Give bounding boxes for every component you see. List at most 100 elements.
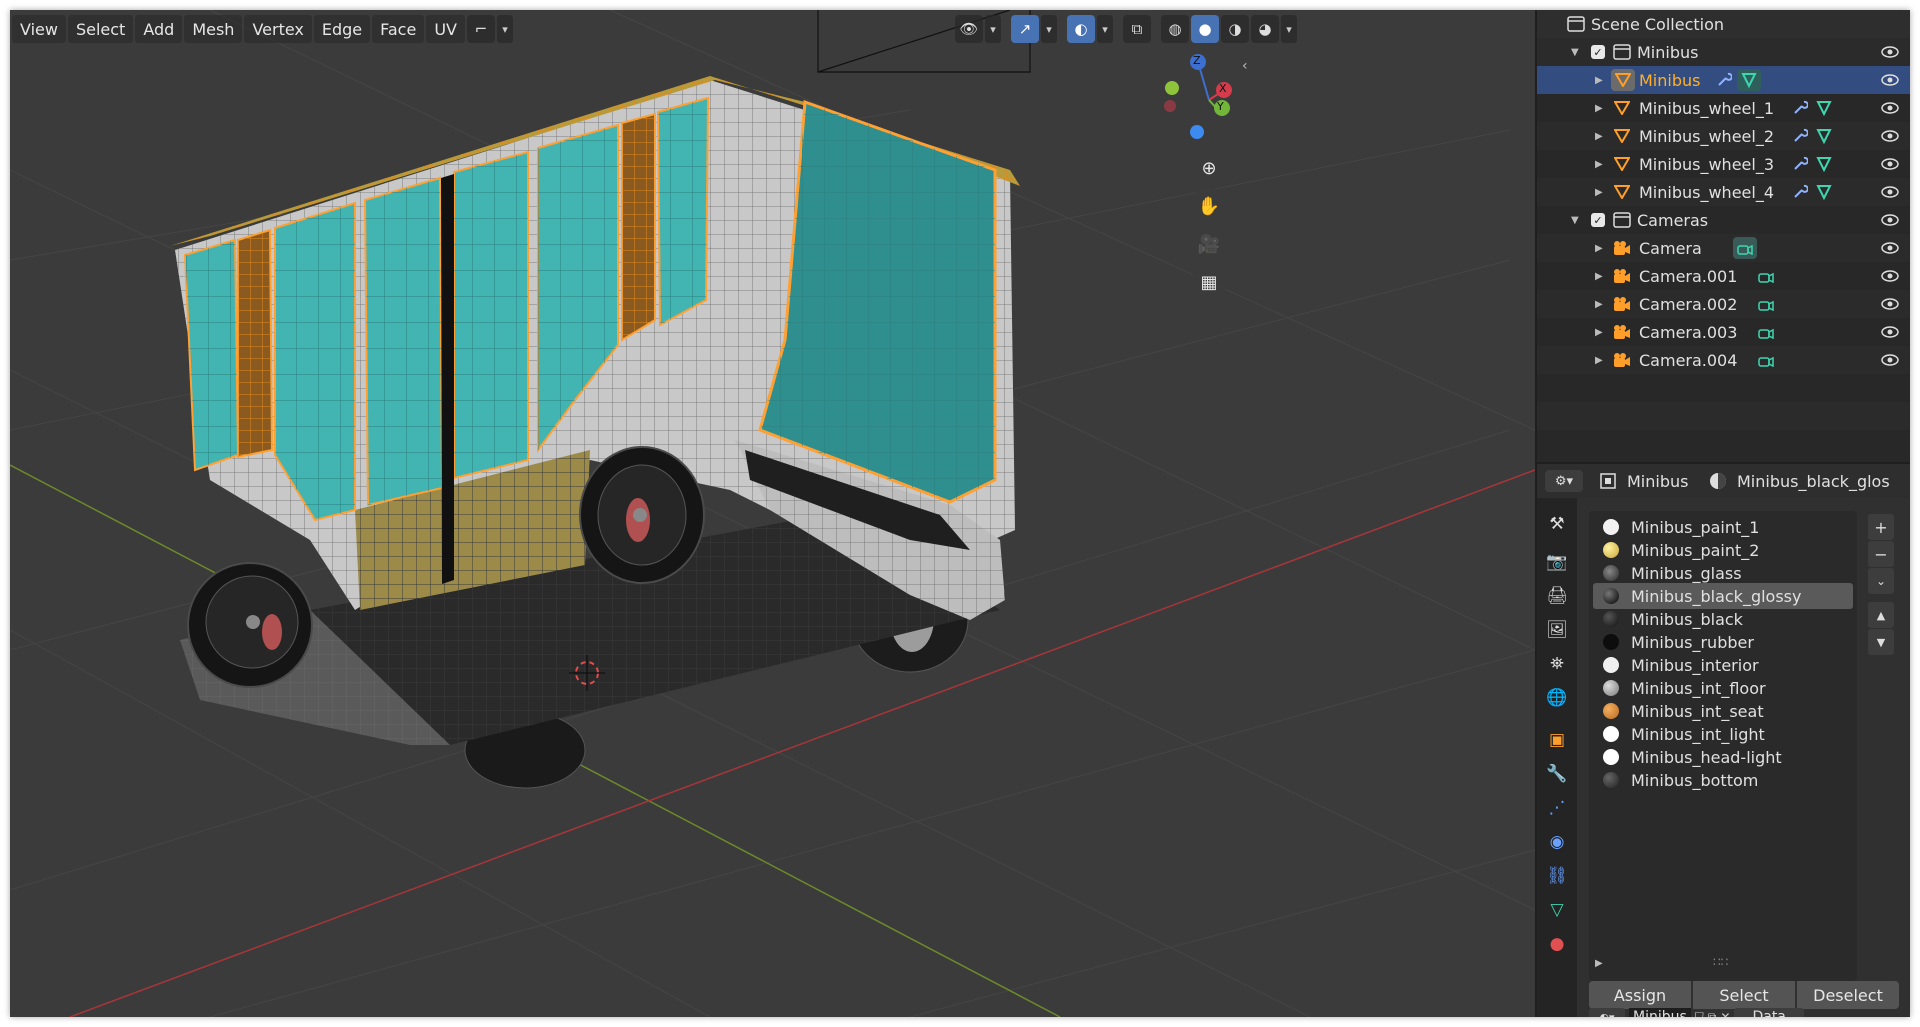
disclosure-closed-icon[interactable]: ▶ [1595,187,1603,198]
disclosure-closed-icon[interactable]: ▶ [1595,75,1603,86]
outliner-row-camera-004[interactable]: ▶ Camera.004 [1537,346,1910,374]
mesh-data-icon[interactable] [1815,183,1833,201]
list-expand-icon[interactable]: ▶ [1595,958,1603,969]
outliner-row-minibus-object[interactable]: ▶ Minibus [1537,66,1910,94]
output-tab-icon[interactable]: 🖨 [1541,580,1573,612]
outliner-row-wheel-4[interactable]: ▶ Minibus_wheel_4 [1537,178,1910,206]
disclosure-closed-icon[interactable]: ▶ [1595,243,1603,254]
material-browse-icon[interactable]: ◐▾ [1589,1008,1625,1017]
disclosure-closed-icon[interactable]: ▶ [1595,131,1603,142]
fake-user-icon[interactable]: ⛉ [1695,1010,1704,1018]
object-tab-icon[interactable]: ▣ [1541,724,1573,756]
ortho-grid-icon[interactable]: ▦ [1191,264,1227,300]
outliner-row-camera-002[interactable]: ▶ Camera.002 [1537,290,1910,318]
xray-toggle-icon[interactable]: ⧉ [1123,15,1151,43]
chevron-down-icon[interactable]: ▾ [1281,15,1297,43]
scene-tab-icon[interactable]: ⛯ [1541,648,1573,680]
outliner-row-camera-001[interactable]: ▶ Camera.001 [1537,262,1910,290]
rendered-shading-icon[interactable]: ◕ [1251,15,1279,43]
menu-add[interactable]: Add [135,15,183,43]
outliner-row-minibus-collection[interactable]: ▼ ✓ Minibus [1537,38,1910,66]
wireframe-shading-icon[interactable]: ◍ [1161,15,1189,43]
minibus-mesh[interactable] [170,76,1020,789]
modifier-wrench-icon[interactable] [1791,155,1809,173]
editor-type-icon[interactable]: ⚙▾ [1545,470,1583,492]
mesh-data-icon[interactable] [1815,99,1833,117]
menu-edge[interactable]: Edge [313,15,371,43]
chevron-down-icon[interactable]: ▾ [496,15,513,43]
disclosure-closed-icon[interactable]: ▶ [1595,355,1603,366]
resize-grip-icon[interactable]: ∷∷ [1713,955,1728,969]
link-dropdown[interactable]: Data [1734,1008,1804,1017]
eye-icon[interactable] [1880,241,1900,255]
outliner-row-cameras-collection[interactable]: ▼ ✓ Cameras [1537,206,1910,234]
sidebar-toggle-icon[interactable]: ‹ [1242,58,1248,74]
disclosure-closed-icon[interactable]: ▶ [1595,103,1603,114]
data-tab-icon[interactable]: ▽ [1541,894,1573,926]
chevron-down-icon[interactable]: ▾ [1097,15,1113,43]
eye-icon[interactable] [1880,157,1900,171]
material-slot[interactable]: Minibus_bottom [1593,767,1853,793]
outliner-row-wheel-2[interactable]: ▶ Minibus_wheel_2 [1537,122,1910,150]
chevron-down-icon[interactable]: ▾ [985,15,1001,43]
camera-data-icon[interactable] [1733,237,1757,259]
disclosure-open-icon[interactable]: ▼ [1571,215,1579,226]
disclosure-closed-icon[interactable]: ▶ [1595,159,1603,170]
exclude-checkbox[interactable]: ✓ [1591,45,1605,59]
material-shading-icon[interactable]: ◑ [1221,15,1249,43]
menu-select[interactable]: Select [67,15,134,43]
3d-viewport[interactable]: Z X Y View Select Add Mesh Vertex Edge F… [10,10,1535,1017]
zoom-icon[interactable]: ⊕ [1191,150,1227,186]
menu-view[interactable]: View [12,15,66,43]
menu-face[interactable]: Face [372,15,425,43]
chevron-down-icon[interactable]: ⌄ [1868,568,1894,594]
disclosure-closed-icon[interactable]: ▶ [1595,271,1603,282]
mesh-data-icon[interactable] [1815,155,1833,173]
remove-slot-icon[interactable]: − [1868,541,1894,567]
outliner-scene-collection[interactable]: Scene Collection [1537,10,1910,38]
eye-icon[interactable] [1880,269,1900,283]
eye-icon[interactable] [1880,101,1900,115]
constraints-tab-icon[interactable]: ⛓ [1541,860,1573,892]
material-tab-icon[interactable]: ● [1541,928,1573,960]
camera-data-icon[interactable] [1757,295,1775,313]
move-up-icon[interactable]: ▲ [1868,602,1894,628]
world-tab-icon[interactable]: 🌐 [1541,682,1573,714]
visibility-selectability-icon[interactable]: 👁 [955,15,983,43]
move-down-icon[interactable]: ▼ [1868,629,1894,655]
eye-icon[interactable] [1880,297,1900,311]
outliner-row-camera[interactable]: ▶ Camera [1537,234,1910,262]
physics-tab-icon[interactable]: ◉ [1541,826,1573,858]
menu-mesh[interactable]: Mesh [184,15,243,43]
mesh-data-icon[interactable] [1737,69,1761,91]
add-slot-icon[interactable]: + [1868,514,1894,540]
view-layer-tab-icon[interactable]: 🖼 [1541,614,1573,646]
outliner-row-camera-003[interactable]: ▶ Camera.003 [1537,318,1910,346]
eye-icon[interactable] [1880,325,1900,339]
outliner-row-wheel-3[interactable]: ▶ Minibus_wheel_3 [1537,150,1910,178]
modifier-wrench-icon[interactable] [1791,127,1809,145]
curve-icon[interactable]: ⌐ [466,15,495,43]
mesh-data-icon[interactable] [1815,127,1833,145]
menu-uv[interactable]: UV [426,15,465,43]
eye-icon[interactable] [1880,129,1900,143]
pan-hand-icon[interactable]: ✋ [1191,188,1227,224]
particles-tab-icon[interactable]: ⋰ [1541,792,1573,824]
outliner-row-wheel-1[interactable]: ▶ Minibus_wheel_1 [1537,94,1910,122]
overlays-icon[interactable]: ◐ [1067,15,1095,43]
select-button[interactable]: Select [1693,981,1795,1009]
assign-button[interactable]: Assign [1589,981,1691,1009]
render-tab-icon[interactable]: 📷 [1541,546,1573,578]
duplicate-icon[interactable]: ⧉ [1708,1010,1717,1018]
chevron-down-icon[interactable]: ▾ [1041,15,1057,43]
eye-icon[interactable] [1880,73,1900,87]
camera-data-icon[interactable] [1757,351,1775,369]
camera-view-icon[interactable]: 🎥 [1191,226,1227,262]
disclosure-closed-icon[interactable]: ▶ [1595,327,1603,338]
disclosure-open-icon[interactable]: ▼ [1571,47,1579,58]
eye-icon[interactable] [1880,353,1900,367]
eye-icon[interactable] [1880,45,1900,59]
disclosure-closed-icon[interactable]: ▶ [1595,299,1603,310]
modifier-wrench-icon[interactable] [1715,71,1733,89]
close-icon[interactable]: ✕ [1720,1010,1730,1017]
